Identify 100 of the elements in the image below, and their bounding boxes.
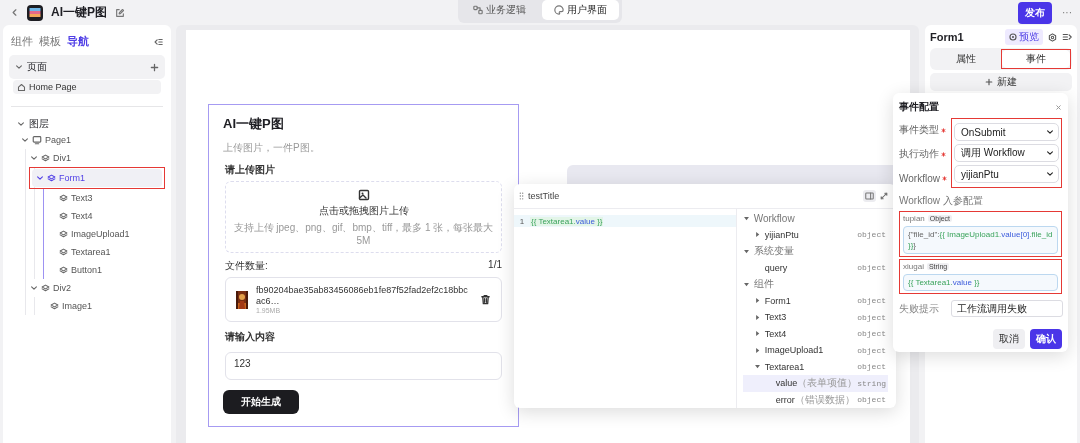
drag-handle-icon [519,192,524,200]
panel-tab[interactable]: 模板 [39,34,61,49]
upload-prompt: 点击或拖拽图片上传 [318,204,409,218]
variable-row[interactable]: Textarea1 object [742,358,888,375]
param-name: xiugai [903,262,924,271]
publish-button[interactable]: 发布 [1018,1,1052,24]
variable-type: object [857,296,887,306]
variable-row[interactable]: ImageUpload1 object [742,342,888,359]
group-label: 组件 [753,278,774,290]
variable-type: object [857,362,887,372]
select-field[interactable]: 调用 Workflow [954,144,1059,162]
new-button[interactable]: 新建 [930,73,1072,91]
variable-type: object [857,230,887,240]
chevron-down-icon [1046,149,1054,157]
file-count: 1/1 [488,259,502,272]
variable-name: query [764,262,788,273]
collapse-panel-icon [153,36,163,47]
variable-row[interactable]: yijianPtu object [742,226,888,243]
file-name: fb90204bae35ab83456086eb1fe87f52fad2ef2c18bbcac6… [256,285,469,307]
pages-section-header[interactable]: 页面 [9,55,165,79]
edit-icon [115,7,125,18]
panel-tab[interactable]: 组件 [11,34,33,49]
expression-field[interactable]: {{ Textarea1.value }} [903,274,1058,291]
image-icon [357,189,370,201]
layer-item[interactable]: Text4 [44,207,165,225]
app-logo-icon [27,4,43,21]
layers-icon [59,229,68,239]
field-label: 事件类型 [899,123,939,137]
group-label: Workflow [753,212,795,224]
form-title: AI一键P图 [223,115,285,133]
variable-row[interactable]: query object [742,259,888,276]
generate-button[interactable]: 开始生成 [223,390,299,414]
upload-dropzone[interactable]: 点击或拖拽图片上传 支持上传 jpeg、png、gif、bmp、tiff，最多 1 张，每张最大 5M [225,181,502,253]
variable-row[interactable]: error（错误数据） object [742,391,888,408]
expand-icon [880,192,888,200]
popover-title: 事件配置 [899,100,939,114]
field-label: 请输入内容 [225,330,276,344]
chevron-left-icon [10,8,19,17]
variable-row[interactable]: Text4 object [742,325,888,342]
text-input-field[interactable]: 工作流调用失败 [951,300,1063,317]
section-title: Workflow 入参配置 [899,194,984,208]
close-button[interactable] [1055,103,1062,111]
select-field[interactable]: OnSubmit [954,123,1059,141]
palette-icon [554,5,564,15]
variable-name: ImageUpload1 [764,345,824,356]
layer-item[interactable]: Image1 [35,297,165,315]
select-field[interactable]: yijianPtu [954,165,1059,183]
settings-icon [1048,32,1057,42]
panel-tab[interactable]: 事件 [1002,50,1070,68]
confirm-button[interactable]: 确认 [1030,329,1062,349]
variable-row[interactable]: value（表单项值）string [742,375,888,392]
layout-button[interactable] [863,190,876,202]
cancel-button[interactable]: 取消 [993,329,1025,349]
preview-button[interactable]: 预览 [1005,29,1043,45]
variable-name: Text4 [764,328,787,339]
close-icon [1055,103,1062,111]
back-button[interactable] [10,8,19,17]
layers-icon [47,173,56,183]
component-title: Form1 [930,31,965,43]
panel-tab[interactable]: 导航 [67,34,89,49]
plus-icon [985,78,993,86]
layer-item[interactable]: Form1 [32,169,162,187]
layers-icon [59,193,68,203]
layers-icon [59,265,68,275]
layer-item[interactable]: Textarea1 [44,243,165,261]
text-input-field[interactable]: 123 [225,352,502,380]
variable-note: （表单项值） [797,377,858,389]
more-menu[interactable]: ··· [1062,7,1072,18]
variable-type: object [857,395,887,405]
plus-icon [150,62,159,72]
panel-tab[interactable]: 属性 [932,50,1000,68]
field-label: 执行动作 [899,147,939,161]
layer-item[interactable]: Text3 [44,189,165,207]
variable-name: Textarea1 [764,361,805,372]
chevron-down-icon [1046,128,1054,136]
page-item[interactable]: Home Page [13,80,161,94]
layer-item[interactable]: Div1 [26,149,165,167]
variable-row[interactable]: Text3 object [742,309,888,326]
layer-item[interactable]: Div2 [26,279,165,297]
line-number: 1 [518,216,526,226]
expression-field[interactable]: {"file_id":{{ ImageUpload1.value[0].file_id }}} [903,226,1058,254]
variable-row[interactable]: Form1 object [742,292,888,309]
variable-name: Text3 [764,312,787,323]
variable-type: object [857,263,887,273]
layer-item[interactable]: ImageUpload1 [44,225,165,243]
layer-item[interactable]: Button1 [44,261,165,279]
field-label: 失败提示 [899,301,940,316]
group-label: 系统变量 [753,245,794,257]
layers-icon [50,301,59,311]
view-tab[interactable]: 用户界面 [542,0,619,20]
delete-button[interactable] [480,294,491,305]
layers-icon [41,153,50,163]
view-tab[interactable]: 业务逻辑 [461,0,538,20]
panel-title: testTitle [528,191,561,201]
trash-icon [480,294,491,305]
field-label: 请上传图片 [225,163,276,177]
layer-item[interactable]: Page1 [9,131,165,149]
variable-note: （错误数据） [794,393,855,405]
form-subtitle: 上传图片，一件P图。 [223,141,321,155]
collapse-panel-icon [1062,32,1072,42]
